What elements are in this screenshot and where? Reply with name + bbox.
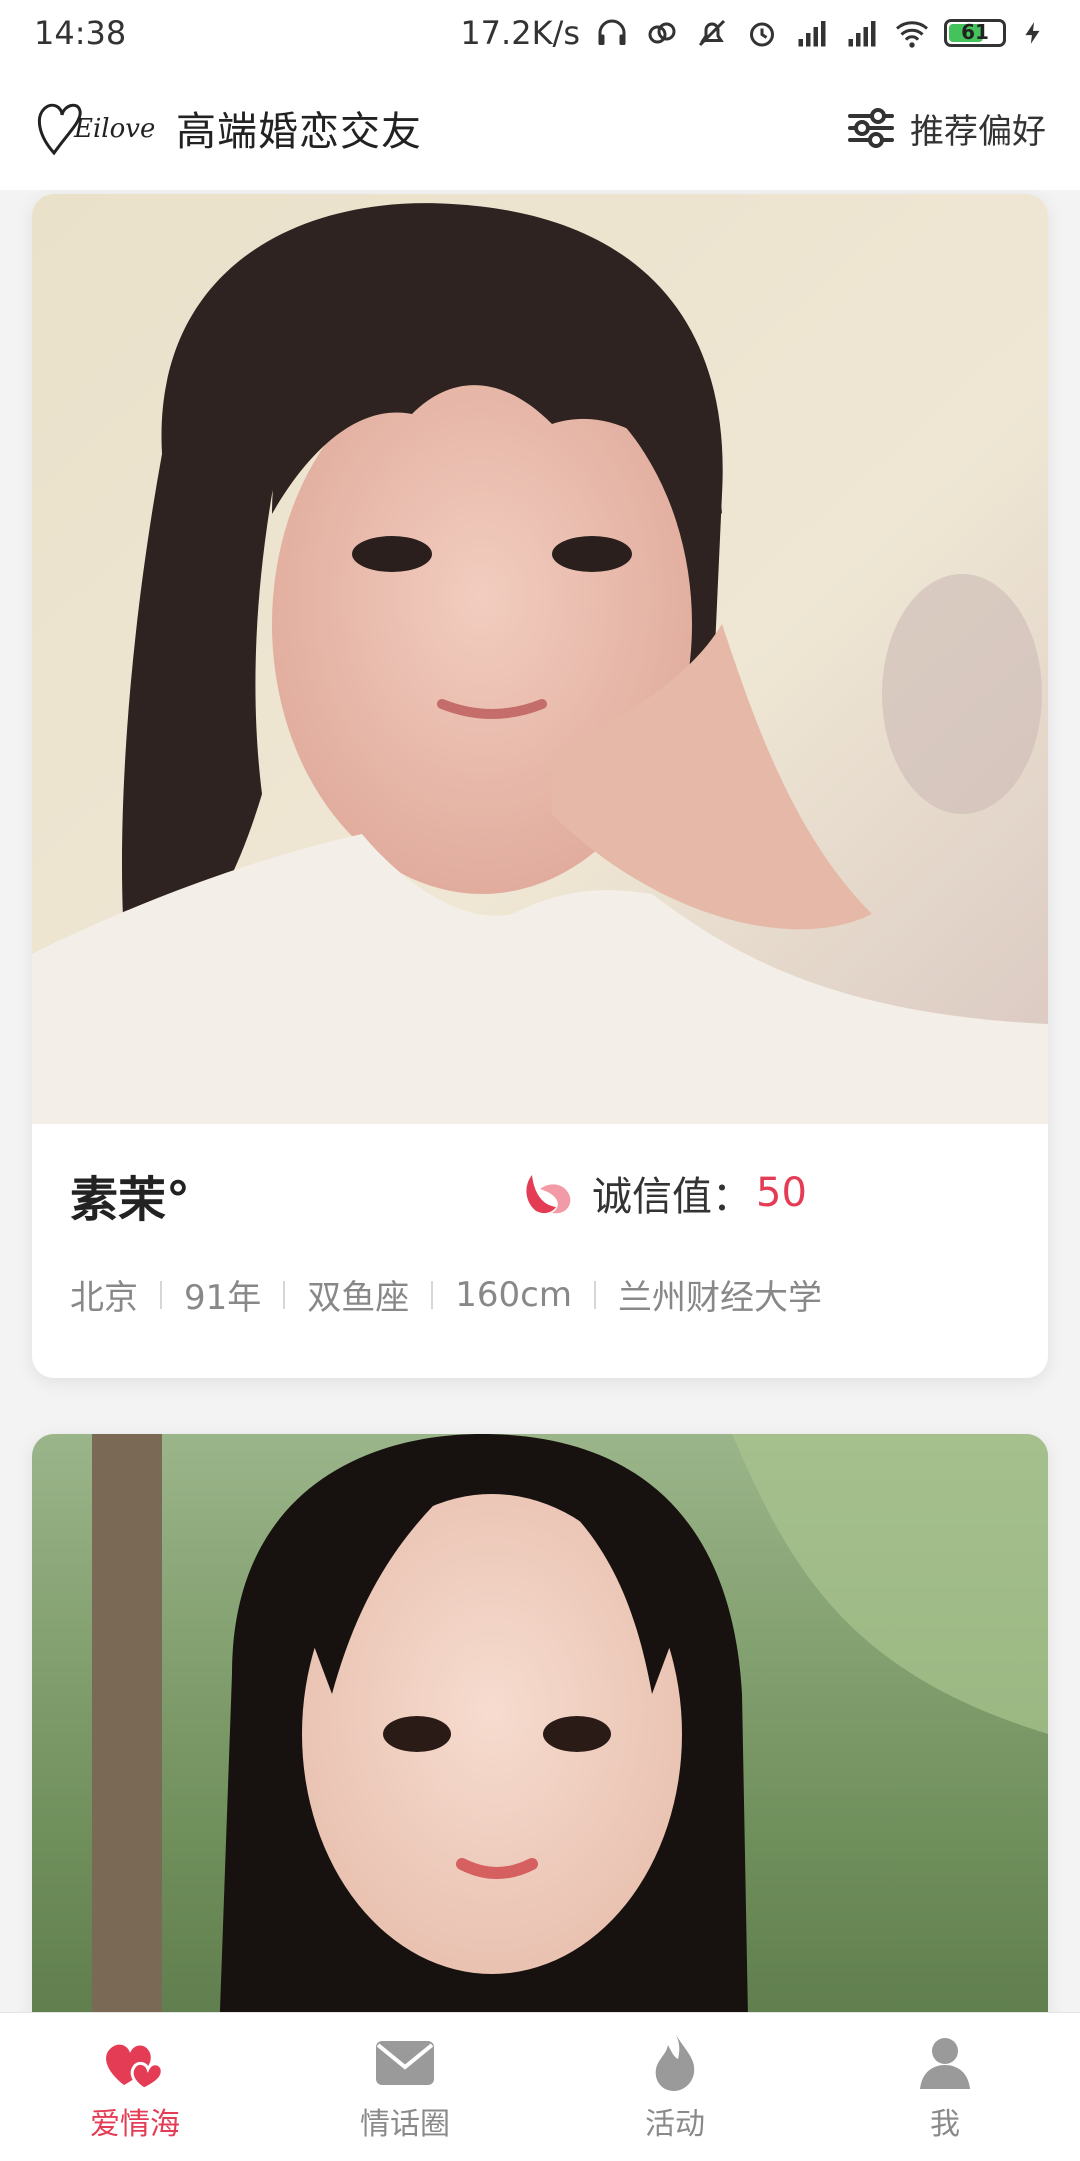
detail-school: 兰州财经大学 [617, 1278, 822, 1318]
signal-icon [798, 21, 826, 47]
heart-logo-icon: Eilove [37, 103, 155, 156]
app-header: Eilove 高端婚恋交友 推荐偏好 [0, 66, 1080, 190]
hearts-icon [106, 2044, 164, 2091]
nav-label: 我 [930, 2107, 960, 2142]
detail-height: 160cm [455, 1274, 572, 1315]
nav-item-events[interactable]: 活动 [540, 2031, 810, 2143]
divider [160, 1280, 162, 1309]
alarm-icon [750, 22, 774, 47]
profile-name: 素茉° [70, 1172, 191, 1228]
brand-logo: Eilove [34, 91, 155, 165]
charging-icon [1025, 22, 1040, 44]
detail-city: 北京 [70, 1278, 138, 1318]
profile-photo[interactable] [32, 194, 1048, 1124]
profile-details: 北京 91年 双鱼座 160cm 兰州财经大学 [70, 1270, 822, 1319]
net-speed: 17.2K/s [460, 14, 580, 52]
divider [593, 1280, 596, 1309]
nav-label: 爱情海 [90, 2107, 180, 2142]
credit-value: 50 [756, 1170, 807, 1216]
divider [431, 1280, 434, 1309]
preference-button[interactable]: 推荐偏好 [848, 104, 1046, 153]
profile-card[interactable] [32, 1434, 1048, 2012]
profile-card[interactable]: 素茉° 诚信值： 50 北京 91年 双鱼座 160cm 兰州财经大学 [32, 194, 1048, 1378]
credit-label: 诚信值： [592, 1174, 752, 1220]
divider [283, 1280, 286, 1309]
wifi-icon [896, 21, 928, 48]
person-icon [920, 2038, 970, 2089]
bottom-nav: 爱情海 情话圈 活动 我 [0, 2012, 1080, 2161]
status-icons: 17.2K/s 61 [460, 14, 1046, 52]
battery-level: 61 [961, 20, 989, 44]
mute-icon [698, 19, 726, 47]
nav-label: 活动 [645, 2107, 705, 2142]
logo-wordmark: Eilove [73, 114, 154, 144]
battery-icon: 61 [944, 19, 1006, 47]
nav-label: 情话圈 [360, 2107, 450, 2142]
nav-item-love-talk[interactable]: 情话圈 [270, 2031, 540, 2143]
status-bar: 14:38 17.2K/s 61 [0, 0, 1080, 66]
profile-info: 素茉° 诚信值： 50 北京 91年 双鱼座 160cm 兰州财经大学 [32, 1124, 1048, 1378]
credit-score: 诚信值： 50 [522, 1164, 807, 1222]
profile-photo[interactable] [32, 1434, 1048, 2012]
nav-item-love-sea[interactable]: 爱情海 [0, 2031, 270, 2143]
credit-heart-icon [526, 1175, 571, 1214]
status-time: 14:38 [34, 14, 127, 52]
signal-icon [848, 21, 876, 47]
brand: Eilove 高端婚恋交友 [34, 91, 422, 165]
flame-icon [655, 2035, 695, 2091]
nav-item-me[interactable]: 我 [810, 2031, 1080, 2143]
preference-label: 推荐偏好 [910, 111, 1046, 152]
link-icon [648, 22, 676, 44]
detail-zodiac: 双鱼座 [307, 1278, 410, 1318]
headphones-icon [598, 19, 626, 45]
profile-feed[interactable]: 素茉° 诚信值： 50 北京 91年 双鱼座 160cm 兰州财经大学 [0, 190, 1080, 2012]
envelope-icon [376, 2041, 434, 2085]
app-title: 高端婚恋交友 [176, 109, 422, 155]
detail-birth-year: 91年 [184, 1278, 262, 1318]
sliders-icon [848, 108, 894, 148]
